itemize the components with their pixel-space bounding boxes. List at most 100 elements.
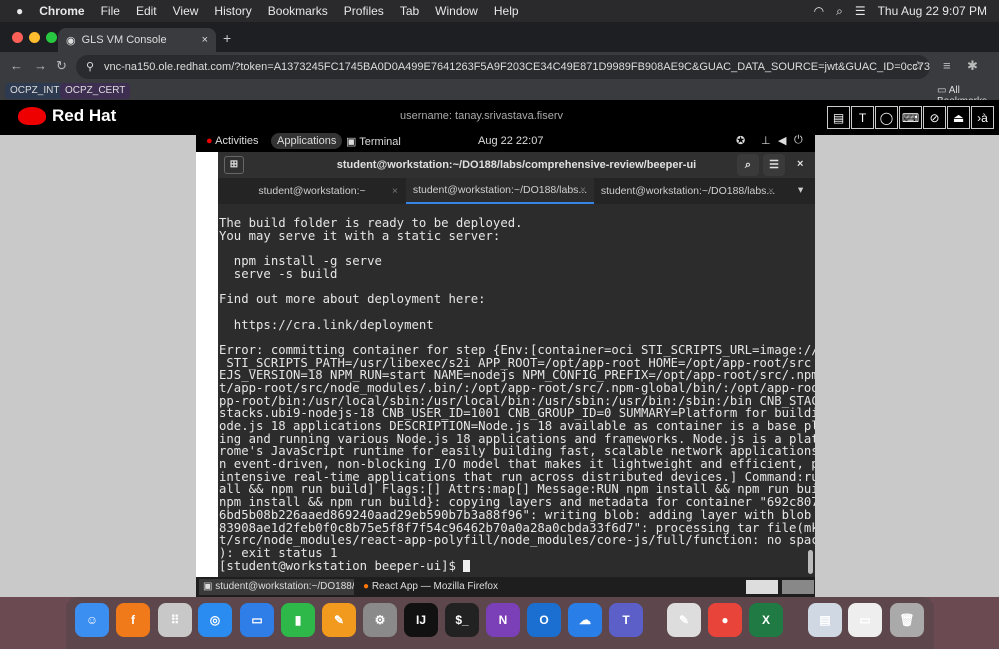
dock-pages-icon[interactable]: ✎ [322,603,356,637]
menu-icon[interactable]: ☰ [763,154,785,176]
menu-tab[interactable]: Tab [400,4,419,18]
redhat-hat-icon [18,107,46,125]
minimize-window-button[interactable] [29,32,40,43]
dock-textedit-icon[interactable]: ✎ [667,603,701,637]
terminal-output[interactable]: The build folder is ready to be deployed… [218,204,815,577]
back-icon[interactable]: ← [10,58,23,73]
tab-label: student@workstation:~/DO188/labs... [600,185,776,197]
dock-macf-icon[interactable]: f [116,603,150,637]
menu-file[interactable]: File [101,4,120,18]
control-center-icon[interactable]: ☰ [855,4,866,18]
language-tool-button[interactable]: ›à [971,106,994,129]
terminal-tab-2-active[interactable]: student@workstation:~/DO188/labs... × [406,178,594,204]
search-icon[interactable]: ⌕ [737,154,759,176]
terminal-tab-3[interactable]: student@workstation:~/DO188/labs... × [594,178,782,204]
search-icon[interactable]: ⌕ [836,4,843,19]
bookmarks-bar: OCPZ_INT OCPZ_CERT ▭ All Bookmarks [0,82,999,107]
dock-chrome-apps-icon[interactable]: ▭ [848,603,882,637]
close-tab-icon[interactable]: × [392,185,398,197]
dock-launchpad-icon[interactable]: ⠿ [158,603,192,637]
dock-keynote-icon[interactable]: ▭ [240,603,274,637]
terminal-line: https://cra.link/deployment [219,318,815,332]
menu-edit[interactable]: Edit [136,4,157,18]
menu-history[interactable]: History [214,4,251,18]
redhat-brand-text: Red Hat [52,106,117,125]
redhat-logo: Red Hat [18,106,116,126]
wifi-icon[interactable]: ◠ [814,4,824,18]
menu-bookmarks[interactable]: Bookmarks [268,4,328,18]
dock-preview-icon[interactable]: ▤ [808,603,842,637]
dock-numbers-icon[interactable]: ▮ [281,603,315,637]
menu-profiles[interactable]: Profiles [344,4,384,18]
close-tab-icon[interactable]: × [580,184,586,196]
window-controls [12,32,57,43]
menu-app-chrome[interactable]: Chrome [39,4,84,18]
extension-icon[interactable]: ✱ [967,58,978,74]
new-tab-button[interactable]: + [223,30,231,46]
activities-button[interactable]: ● Activities [206,135,259,147]
close-tab-icon[interactable]: × [768,185,774,197]
browser-toolbar: ← → ↻ ⚲ vnc-na150.ole.redhat.com/?token=… [0,52,999,82]
bookmark-star-icon[interactable]: ☆ [912,58,924,74]
applications-menu[interactable]: Applications [271,133,343,149]
all-bookmarks[interactable]: ▭ All Bookmarks [932,83,999,107]
dock-terminal-icon[interactable]: $_ [445,603,479,637]
refresh-tool-button[interactable]: ◯ [875,106,898,129]
text-input-tool-button[interactable]: T [851,106,874,129]
cursor [463,560,471,573]
taskbar-firefox[interactable]: ● React App — Mozilla Firefox [359,579,517,595]
menu-view[interactable]: View [173,4,199,18]
dock-excel-icon[interactable]: X [749,603,783,637]
eject-tool-button[interactable]: ⏏ [947,106,970,129]
dock-intellij-icon[interactable]: IJ [404,603,438,637]
tabs-dropdown-icon[interactable]: ▾ [798,184,803,196]
dock-system-settings-icon[interactable]: ⚙ [363,603,397,637]
reading-list-icon[interactable]: ≡ [943,58,951,73]
workspace-2[interactable] [782,580,814,594]
clipboard-tool-button[interactable]: ▤ [827,106,850,129]
volume-icon[interactable]: ◀ [778,134,786,147]
disable-tool-button[interactable]: ⊘ [923,106,946,129]
apple-menu-icon[interactable]: ● [16,4,23,18]
dock-outlook-icon[interactable]: O [527,603,561,637]
terminal-headerbar: ⊞ student@workstation:~/DO188/labs/compr… [218,152,815,178]
keyboard-tool-button[interactable]: ⌨ [899,106,922,129]
power-icon[interactable]: ⏻ [794,134,803,147]
bookmark-ocpz-int[interactable]: OCPZ_INT [5,83,65,99]
taskbar-terminal[interactable]: ▣ student@workstation:~/DO188/l... [199,579,354,595]
dock-trash-icon[interactable]: 🗑 [890,603,924,637]
network-icon[interactable]: ⊥ [761,134,771,147]
dock-teams-icon[interactable]: T [609,603,643,637]
browser-tab-active[interactable]: ◉ GLS VM Console × [58,28,216,52]
accessibility-icon[interactable]: ✪ [736,134,745,147]
terminal-app-menu[interactable]: ▣ Terminal [346,135,401,148]
close-tab-icon[interactable]: × [202,34,208,46]
bookmark-ocpz-cert[interactable]: OCPZ_CERT [60,83,131,99]
terminal-line-text: [student@workstation beeper-ui]$ [219,558,464,573]
terminal-tab-1[interactable]: student@workstation:~ × [218,178,406,204]
firefox-window-partial[interactable] [196,152,218,577]
menu-window[interactable]: Window [435,4,478,18]
terminal-scrollbar[interactable] [808,550,813,574]
dock-onedrive-icon[interactable]: ☁ [568,603,602,637]
site-info-icon[interactable]: ⚲ [86,60,94,73]
redhat-icon: ● [206,135,213,147]
workspace-1[interactable] [746,580,778,594]
zoom-window-button[interactable] [46,32,57,43]
forward-icon[interactable]: → [34,58,47,73]
dock-onenote-icon[interactable]: N [486,603,520,637]
terminal-icon: ▣ [346,136,357,148]
tab-label: student@workstation:~ [258,185,366,197]
menubar-clock[interactable]: Thu Aug 22 9:07 PM [878,4,987,18]
close-icon[interactable]: × [797,158,803,170]
gnome-clock[interactable]: Aug 22 22:07 [478,135,543,147]
address-bar[interactable]: ⚲ vnc-na150.ole.redhat.com/?token=A13732… [76,55,930,79]
dock-chrome-icon[interactable]: ● [708,603,742,637]
reload-icon[interactable]: ↻ [56,58,67,74]
menu-help[interactable]: Help [494,4,519,18]
browser-tab-strip: ◉ GLS VM Console × + [0,22,999,52]
close-window-button[interactable] [12,32,23,43]
dock-safari-icon[interactable]: ◎ [198,603,232,637]
terminal-title: student@workstation:~/DO188/labs/compreh… [336,159,697,171]
dock-finder-icon[interactable]: ☺ [75,603,109,637]
